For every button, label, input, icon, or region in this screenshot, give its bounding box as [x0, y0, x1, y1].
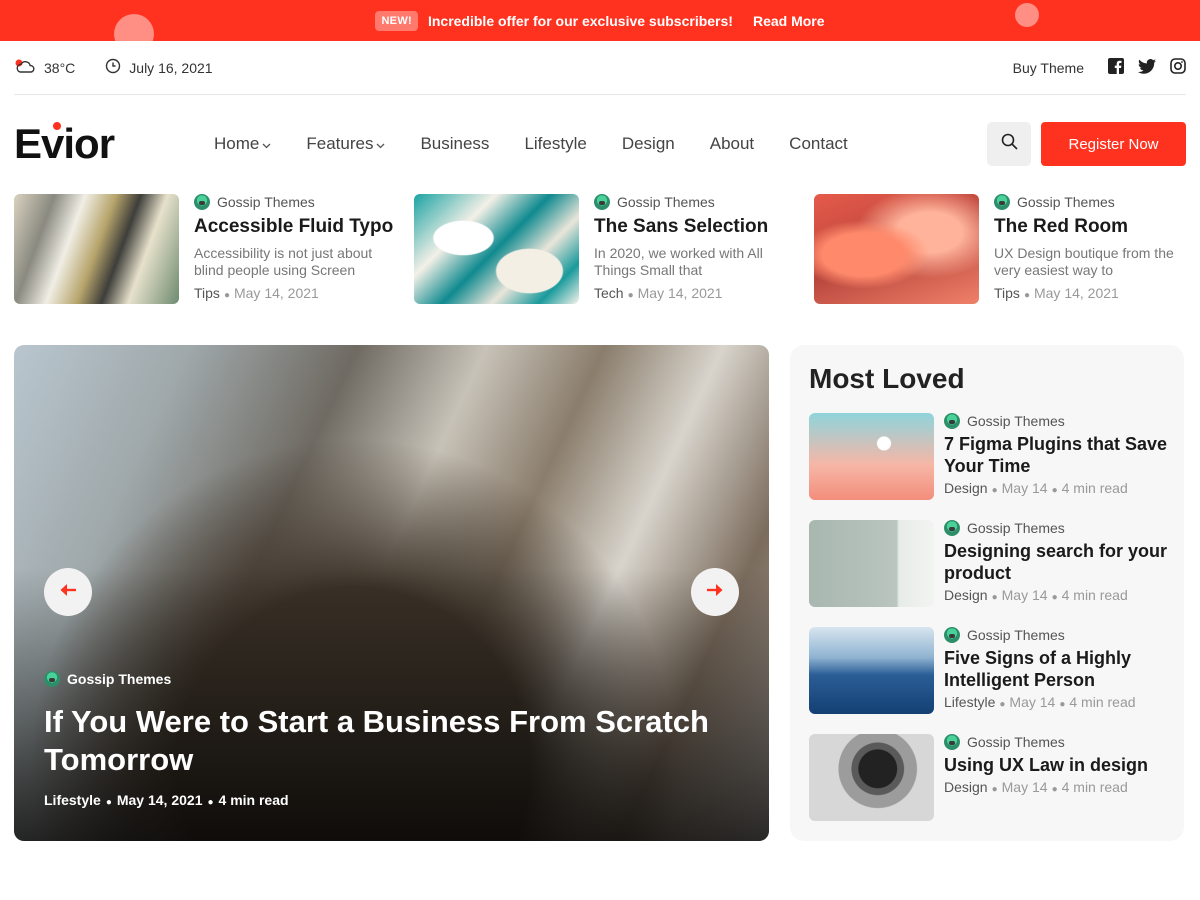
category-link[interactable]: Tips [194, 285, 220, 301]
avatar [944, 627, 960, 643]
category-link[interactable]: Design [944, 779, 988, 795]
slider-prev-button[interactable] [44, 568, 92, 616]
article-title[interactable]: Designing search for your product [944, 540, 1169, 584]
author[interactable]: Gossip Themes [594, 194, 786, 210]
article-title[interactable]: Accessible Fluid Typo [194, 216, 393, 238]
hero-meta: Lifestyle ● May 14, 2021 ● 4 min read [44, 792, 289, 808]
article-excerpt: UX Design boutique from the very easiest… [994, 245, 1174, 278]
list-item[interactable]: Gossip Themes The Red Room UX Design bou… [814, 194, 1186, 304]
article-thumbnail[interactable] [14, 194, 179, 304]
buy-theme-link[interactable]: Buy Theme [1013, 60, 1084, 76]
new-badge: NEW! [375, 10, 418, 31]
article-meta: Lifestyle ● May 14 ● 4 min read [944, 694, 1136, 710]
promo-text: Incredible offer for our exclusive subsc… [427, 12, 733, 29]
avatar [944, 520, 960, 536]
weather-icon [14, 58, 36, 77]
author[interactable]: Gossip Themes [944, 627, 1169, 643]
article-meta: Design ● May 14 ● 4 min read [944, 779, 1128, 795]
author[interactable]: Gossip Themes [944, 413, 1169, 429]
hero-author[interactable]: Gossip Themes [44, 671, 171, 687]
temperature: 38°C [44, 59, 76, 76]
article-meta: Design ● May 14 ● 4 min read [944, 480, 1128, 496]
date-text: July 16, 2021 [129, 59, 213, 76]
nav-item-about[interactable]: About [710, 134, 754, 154]
article-excerpt: In 2020, we worked with All Things Small… [594, 245, 763, 278]
main-nav: Home Features Business Lifestyle Design … [214, 134, 848, 154]
article-thumbnail[interactable] [809, 627, 934, 714]
promo-bar: NEW! Incredible offer for our exclusive … [0, 0, 1200, 41]
avatar [994, 194, 1010, 210]
list-item[interactable]: Gossip Themes The Sans Selection In 2020… [414, 194, 786, 304]
slider-next-button[interactable] [691, 568, 739, 616]
author[interactable]: Gossip Themes [944, 520, 1169, 536]
most-loved-widget: Most Loved Gossip Themes 7 Figma Plugins… [790, 345, 1184, 841]
logo-accent-dot [53, 122, 61, 130]
article-meta: Tech ● May 14, 2021 [594, 285, 723, 301]
avatar [44, 671, 60, 687]
site-logo[interactable]: Evior [14, 120, 194, 168]
category-link[interactable]: Design [944, 587, 988, 603]
nav-item-lifestyle[interactable]: Lifestyle [524, 134, 586, 154]
twitter-icon[interactable] [1138, 58, 1156, 77]
social-links [1108, 58, 1186, 77]
decorative-bubble [1015, 3, 1039, 27]
article-meta: Tips ● May 14, 2021 [194, 285, 319, 301]
category-link[interactable]: Tips [994, 285, 1020, 301]
decorative-bubble [114, 14, 154, 41]
category-link[interactable]: Lifestyle [944, 694, 995, 710]
featured-cards: Gossip Themes Accessible Fluid Typo Acce… [14, 194, 1186, 306]
article-title[interactable]: The Sans Selection [594, 216, 786, 238]
chevron-down-icon [262, 134, 271, 154]
article-thumbnail[interactable] [809, 520, 934, 607]
category-link[interactable]: Design [944, 480, 988, 496]
instagram-icon[interactable] [1170, 58, 1186, 77]
author[interactable]: Gossip Themes [194, 194, 386, 210]
category-link[interactable]: Lifestyle [44, 792, 101, 808]
nav-item-business[interactable]: Business [420, 134, 489, 154]
nav-item-contact[interactable]: Contact [789, 134, 848, 154]
avatar [944, 413, 960, 429]
widget-title: Most Loved [809, 363, 965, 394]
category-link[interactable]: Tech [594, 285, 624, 301]
top-info-bar: 38°C July 16, 2021 Buy Theme [14, 41, 1186, 95]
hero-title[interactable]: If You Were to Start a Business From Scr… [44, 703, 744, 779]
author[interactable]: Gossip Themes [944, 734, 1169, 750]
list-item[interactable]: Gossip Themes 7 Figma Plugins that Save … [809, 413, 1169, 501]
article-thumbnail[interactable] [414, 194, 579, 304]
list-item[interactable]: Gossip Themes Using UX Law in design Des… [809, 734, 1169, 822]
article-title[interactable]: The Red Room [994, 216, 1186, 238]
read-more-link[interactable]: Read More [753, 13, 825, 29]
nav-item-home[interactable]: Home [214, 134, 271, 154]
author[interactable]: Gossip Themes [994, 194, 1186, 210]
article-excerpt: Accessibility is not just about blind pe… [194, 245, 373, 278]
avatar [194, 194, 210, 210]
article-meta: Tips ● May 14, 2021 [994, 285, 1119, 301]
article-thumbnail[interactable] [809, 734, 934, 821]
register-button[interactable]: Register Now [1041, 122, 1186, 166]
avatar [594, 194, 610, 210]
article-title[interactable]: Five Signs of a Highly Intelligent Perso… [944, 647, 1169, 691]
nav-item-features[interactable]: Features [306, 134, 385, 154]
article-title[interactable]: 7 Figma Plugins that Save Your Time [944, 433, 1169, 477]
avatar [944, 734, 960, 750]
facebook-icon[interactable] [1108, 58, 1124, 77]
article-meta: Design ● May 14 ● 4 min read [944, 587, 1128, 603]
article-title[interactable]: Using UX Law in design [944, 754, 1169, 776]
arrow-right-icon [706, 583, 724, 602]
list-item[interactable]: Gossip Themes Five Signs of a Highly Int… [809, 627, 1169, 715]
current-date: July 16, 2021 [105, 58, 213, 77]
clock-icon [105, 58, 121, 77]
main-header: Evior Home Features Business Lifestyle D… [14, 96, 1186, 192]
arrow-left-icon [59, 583, 77, 602]
chevron-down-icon [376, 134, 385, 154]
nav-item-design[interactable]: Design [622, 134, 675, 154]
search-button[interactable] [987, 122, 1031, 166]
weather: 38°C [14, 58, 75, 77]
article-thumbnail[interactable] [809, 413, 934, 500]
article-thumbnail[interactable] [814, 194, 979, 304]
list-item[interactable]: Gossip Themes Designing search for your … [809, 520, 1169, 608]
search-icon [1001, 133, 1018, 155]
list-item[interactable]: Gossip Themes Accessible Fluid Typo Acce… [14, 194, 393, 304]
hero-slider[interactable]: Gossip Themes If You Were to Start a Bus… [14, 345, 769, 841]
